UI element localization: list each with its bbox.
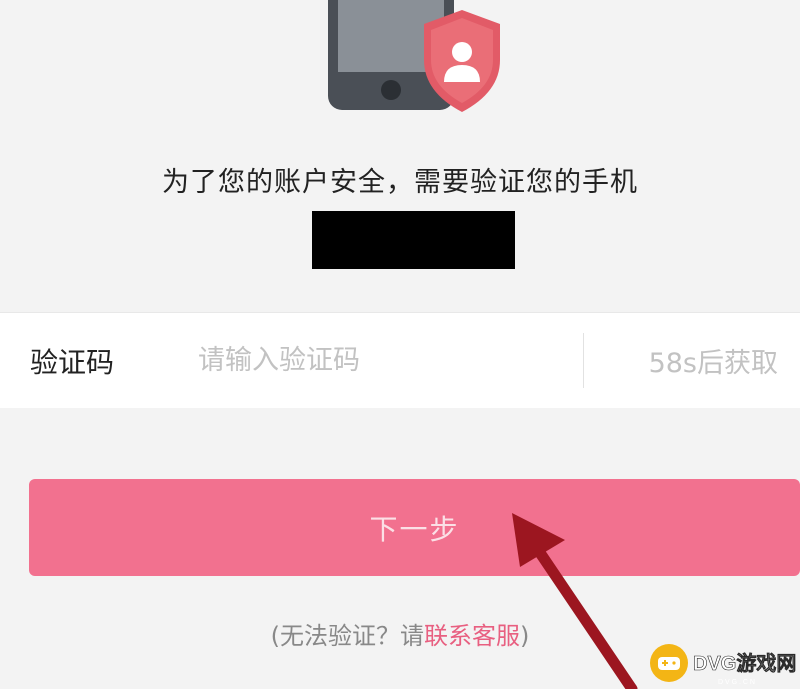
contact-support-link[interactable]: 联系客服 — [424, 622, 520, 650]
verification-header: 为了您的账户安全，需要验证您的手机 — [0, 0, 800, 312]
watermark-subtext: D V G . C N — [718, 679, 755, 686]
verification-message: 为了您的账户安全，需要验证您的手机 — [162, 167, 638, 198]
code-label: 验证码 — [30, 346, 115, 379]
phone-shield-illustration — [328, 0, 500, 112]
watermark-logo: DVG游戏网 D V G . C N — [650, 644, 797, 686]
watermark-text: DVG游戏网 — [693, 651, 796, 675]
code-input[interactable] — [198, 335, 568, 385]
help-prefix: (无法验证？请 — [270, 622, 424, 650]
resend-code-button[interactable]: 58s后获取 — [649, 341, 778, 380]
verification-code-row: 验证码 58s后获取 — [0, 312, 800, 408]
help-suffix: ) — [520, 622, 530, 650]
redacted-phone-number — [312, 211, 515, 269]
field-divider — [583, 333, 584, 388]
next-step-button[interactable]: 下一步 — [29, 479, 800, 576]
next-step-label: 下一步 — [369, 512, 460, 546]
